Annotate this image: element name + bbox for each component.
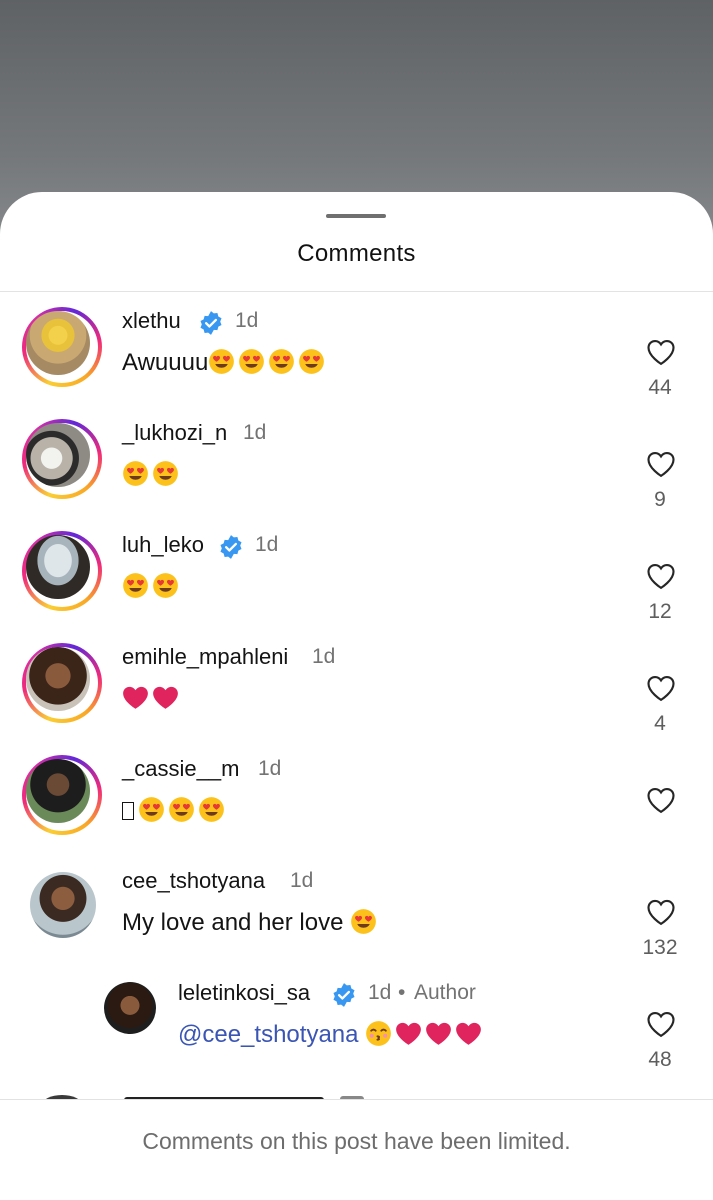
missing-glyph-icon — [122, 802, 134, 820]
comment-row: _lukhozi_n 1d 9 — [0, 416, 713, 528]
avatar-story-ring[interactable] — [22, 643, 102, 723]
comment-time: 1d — [258, 757, 282, 780]
comment-time: 1d — [312, 645, 336, 668]
heart-eyes-emoji-icon — [269, 349, 295, 374]
like-count: 12 — [648, 600, 672, 623]
avatar — [26, 423, 90, 487]
reply-text: @cee_tshotyana — [178, 1020, 485, 1049]
like-heart-icon[interactable] — [646, 674, 676, 702]
comment-row: xlethu 1d Awuuuu 44 — [0, 304, 713, 416]
red-heart-emoji-icon — [123, 686, 148, 709]
like-count: 48 — [648, 1048, 672, 1071]
heart-eyes-emoji-icon — [169, 797, 194, 822]
drag-handle[interactable] — [326, 214, 386, 218]
comments-limited-notice: Comments on this post have been limited. — [142, 1128, 571, 1154]
comment-time: 1d — [255, 533, 279, 556]
comment-text — [122, 796, 228, 825]
avatar — [26, 311, 90, 375]
comment-time: 1d — [235, 309, 259, 332]
like-heart-icon[interactable] — [646, 1010, 676, 1038]
comment-row: _cassie__m 1d — [0, 752, 713, 864]
heart-eyes-emoji-icon — [153, 461, 178, 486]
comments-limited-footer: Comments on this post have been limited. — [0, 1099, 713, 1200]
comment-username[interactable]: emihle_mpahleni — [122, 644, 288, 670]
like-heart-icon[interactable] — [646, 450, 676, 478]
heart-eyes-emoji-icon — [139, 797, 164, 822]
avatar[interactable] — [104, 982, 156, 1034]
comment-username[interactable]: luh_leko — [122, 532, 204, 558]
like-heart-icon[interactable] — [646, 562, 676, 590]
verified-badge-icon — [333, 983, 355, 1007]
comment-text: Awuuuu — [122, 348, 328, 377]
verified-badge-icon — [220, 535, 242, 559]
like-heart-icon[interactable] — [646, 898, 676, 926]
heart-eyes-emoji-icon — [153, 573, 178, 598]
avatar-story-ring[interactable] — [22, 755, 102, 835]
like-count: 44 — [648, 376, 672, 399]
avatar — [26, 647, 90, 711]
heart-eyes-emoji-icon — [199, 797, 224, 822]
reply-separator: • — [398, 981, 406, 1004]
heart-eyes-emoji-icon — [209, 349, 235, 374]
kissing-face-emoji-icon — [366, 1021, 392, 1046]
comment-username[interactable]: _cassie__m — [122, 756, 239, 782]
red-heart-emoji-icon — [456, 1022, 482, 1045]
heart-eyes-emoji-icon — [123, 573, 148, 598]
comment-username[interactable]: xlethu — [122, 308, 181, 334]
author-tag: Author — [414, 981, 476, 1004]
avatar-story-ring[interactable] — [22, 419, 102, 499]
avatar-story-ring[interactable] — [22, 307, 102, 387]
like-count: 9 — [654, 488, 666, 511]
verified-badge-icon — [200, 311, 222, 335]
mention-link[interactable]: @cee_tshotyana — [178, 1021, 358, 1048]
red-heart-emoji-icon — [396, 1022, 422, 1045]
comment-text: My love and her love — [122, 908, 380, 937]
red-heart-emoji-icon — [426, 1022, 452, 1045]
reply-username[interactable]: leletinkosi_sa — [178, 980, 310, 1006]
avatar — [26, 759, 90, 823]
comment-row: luh_leko 1d 12 — [0, 528, 713, 640]
comment-text — [122, 684, 182, 713]
avatar[interactable] — [30, 872, 96, 938]
like-count: 132 — [642, 936, 678, 959]
comment-row: cee_tshotyana 1d My love and her love 13… — [0, 864, 713, 976]
heart-eyes-emoji-icon — [123, 461, 148, 486]
heart-eyes-emoji-icon — [299, 349, 325, 374]
avatar — [26, 535, 90, 599]
comment-username[interactable]: _lukhozi_n — [122, 420, 227, 446]
heart-eyes-emoji-icon — [239, 349, 265, 374]
comment-text — [122, 572, 182, 601]
header-divider — [0, 291, 713, 292]
avatar-story-ring[interactable] — [22, 531, 102, 611]
comment-username[interactable]: cee_tshotyana — [122, 868, 265, 894]
like-heart-icon[interactable] — [646, 786, 676, 814]
comment-text — [122, 460, 182, 489]
red-heart-emoji-icon — [153, 686, 178, 709]
heart-eyes-emoji-icon — [351, 909, 376, 934]
reply-time: 1d — [368, 981, 392, 1004]
comments-sheet: Comments xlethu 1d Awuuuu 44 _lukhozi_n … — [0, 192, 713, 1199]
comment-time: 1d — [243, 421, 267, 444]
comment-time: 1d — [290, 869, 314, 892]
sheet-title: Comments — [297, 240, 416, 267]
comment-row: emihle_mpahleni 1d 4 — [0, 640, 713, 752]
like-heart-icon[interactable] — [646, 338, 676, 366]
like-count: 4 — [654, 712, 666, 735]
reply-row: leletinkosi_sa 1d • Author @cee_tshotyan… — [0, 976, 713, 1088]
